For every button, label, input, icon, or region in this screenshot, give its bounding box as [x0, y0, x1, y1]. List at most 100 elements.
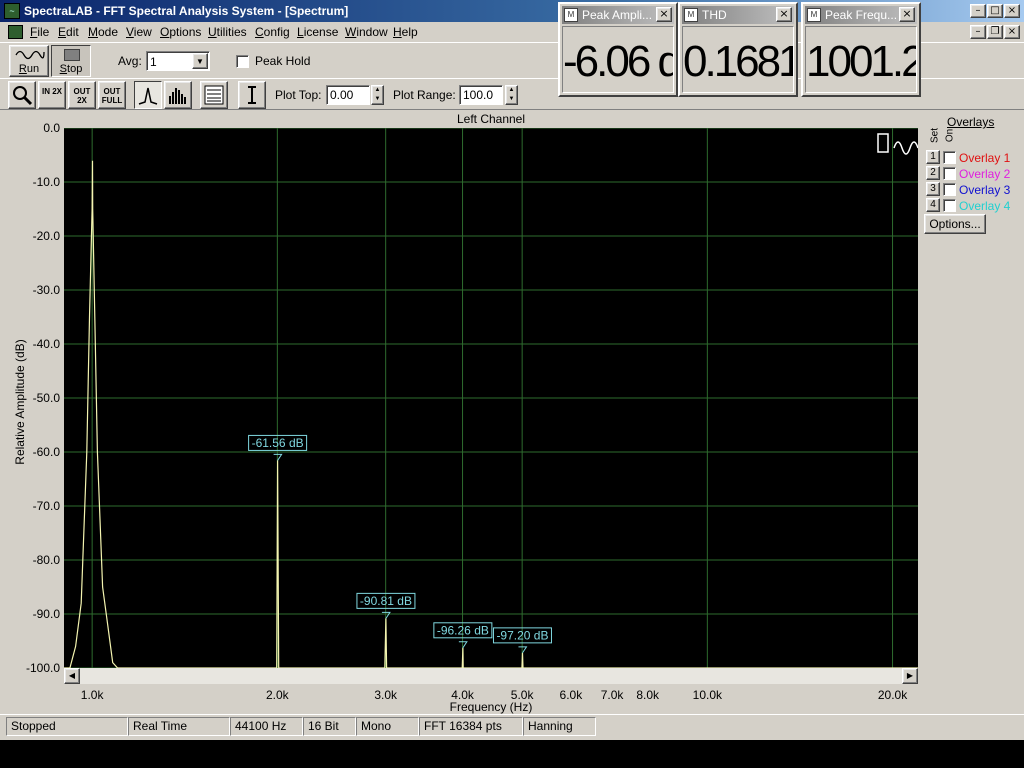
overlay-3-set-button[interactable]: 3	[926, 182, 940, 196]
doc-restore-icon[interactable]: ❐	[987, 25, 1003, 39]
plot-range-value: 100.0	[463, 88, 494, 102]
chevron-down-icon[interactable]: ▼	[192, 53, 208, 69]
spin-down-icon[interactable]: ▼	[372, 95, 383, 104]
overlay-1-label: Overlay 1	[959, 151, 1011, 165]
plot-range-spinner[interactable]: ▲ ▼	[505, 85, 518, 105]
overlay-4-set-button[interactable]: 4	[926, 198, 940, 212]
x-axis-label: Frequency (Hz)	[449, 700, 533, 714]
meter-peak-frequency[interactable]: Peak Frequ... M × 1001.29 Hz	[801, 2, 921, 97]
overlay-options-button[interactable]: Options...	[924, 214, 986, 234]
y-tick-label: -90.0	[32, 607, 60, 621]
close-icon[interactable]: ×	[899, 7, 915, 22]
menu-view[interactable]: View	[126, 25, 152, 39]
menu-help[interactable]: Help	[393, 25, 418, 39]
on-label: On	[944, 128, 956, 143]
status-channels: Mono	[356, 717, 419, 736]
document-icon[interactable]	[8, 25, 23, 39]
scroll-left-icon[interactable]: ◀	[64, 668, 80, 684]
close-icon[interactable]: ×	[656, 7, 672, 22]
spectralab-app-icon[interactable]: ~	[4, 3, 20, 19]
peak-marker-label: -97.20 dB	[496, 628, 548, 642]
close-icon[interactable]: ×	[1004, 4, 1020, 18]
run-label: Run	[18, 63, 40, 75]
overlay-3-checkbox[interactable]	[943, 183, 956, 196]
table-icon	[204, 85, 224, 105]
overlay-4-checkbox[interactable]	[943, 199, 956, 212]
y-tick-label: -40.0	[32, 337, 60, 351]
stop-square-icon	[64, 49, 80, 61]
bar-plot-button[interactable]	[164, 81, 192, 109]
avg-select[interactable]: 1 ▼	[146, 51, 210, 71]
menu-edit[interactable]: Edit	[58, 25, 79, 39]
set-label: Set	[929, 128, 941, 144]
menu-options[interactable]: Options	[160, 25, 201, 39]
plot-range-input[interactable]: 100.0	[459, 85, 503, 105]
peak-hold-checkbox[interactable]	[236, 55, 249, 68]
spin-up-icon[interactable]: ▲	[372, 86, 383, 95]
line-plot-button[interactable]	[134, 81, 162, 109]
menu-file[interactable]: File	[30, 25, 49, 39]
peak-marker-label: -61.56 dB	[252, 436, 304, 450]
doc-minimize-icon[interactable]: –	[970, 25, 986, 39]
peak-marker-label: -90.81 dB	[360, 594, 412, 608]
plot-top-spinner[interactable]: ▲ ▼	[371, 85, 384, 105]
doc-close-icon[interactable]: ×	[1004, 25, 1020, 39]
menu-utilities[interactable]: Utilities	[208, 25, 247, 39]
stop-label: Stop	[59, 63, 83, 75]
y-tick-label: -30.0	[32, 283, 60, 297]
scroll-right-icon[interactable]: ▶	[902, 668, 918, 684]
run-button[interactable]: Run	[9, 45, 49, 77]
text-cursor-icon	[248, 86, 256, 104]
magnifier-icon	[13, 86, 33, 106]
table-view-button[interactable]	[200, 81, 228, 109]
plot-top-input[interactable]: 0.00	[326, 85, 370, 105]
avg-label: Avg:	[118, 54, 142, 68]
status-bit-depth: 16 Bit	[303, 717, 356, 736]
overlay-1-set-button[interactable]: 1	[926, 150, 940, 164]
horizontal-scrollbar[interactable]: ◀ ▶	[64, 668, 918, 684]
y-tick-label: -100.0	[25, 661, 60, 675]
meter-value: -6.06 dB	[562, 26, 674, 93]
close-icon[interactable]: ×	[776, 7, 792, 22]
zoom-in-label: IN 2X	[41, 87, 62, 96]
stop-button[interactable]: Stop	[51, 45, 91, 77]
overlay-2-set-button[interactable]: 2	[926, 166, 940, 180]
meter-peak-amplitude[interactable]: Peak Ampli... M × -6.06 dB	[558, 2, 678, 97]
spectrum-chart[interactable]: -61.56 dB -90.81 dB -96.26 dB -97.20 dB	[64, 128, 918, 668]
y-tick-label: -50.0	[32, 391, 60, 405]
meter-value: 1001.29 Hz	[805, 26, 917, 93]
menu-license[interactable]: License	[297, 25, 338, 39]
overlay-1-checkbox[interactable]	[943, 151, 956, 164]
line-plot-icon	[138, 87, 158, 105]
spin-down-icon[interactable]: ▼	[506, 95, 517, 104]
overlay-2-label: Overlay 2	[959, 167, 1011, 181]
y-tick-label: -80.0	[32, 553, 60, 567]
status-state: Stopped	[6, 717, 128, 736]
overlay-4-label: Overlay 4	[959, 199, 1011, 213]
cursor-button[interactable]	[238, 81, 266, 109]
maximize-icon[interactable]: □	[987, 4, 1003, 18]
status-mode: Real Time	[128, 717, 230, 736]
zoom-out-full-button[interactable]: OUT FULL	[98, 81, 126, 109]
menu-config[interactable]: Config	[255, 25, 290, 39]
minimize-icon[interactable]: –	[970, 4, 986, 18]
chart-title: Left Channel	[456, 112, 526, 126]
meter-value: 0.16811 %	[682, 26, 794, 93]
y-tick-label: -70.0	[32, 499, 60, 513]
window-title: SpectraLAB - FFT Spectral Analysis Syste…	[24, 4, 349, 18]
menu-window[interactable]: Window	[345, 25, 388, 39]
zoom-in-2x-button[interactable]: IN 2X	[38, 81, 66, 109]
bar-plot-icon	[169, 88, 186, 104]
menu-mode[interactable]: Mode	[88, 25, 118, 39]
meter-thd[interactable]: THD M × 0.16811 %	[678, 2, 798, 97]
spin-up-icon[interactable]: ▲	[506, 86, 517, 95]
spectralab-window: ~ SpectraLAB - FFT Spectral Analysis Sys…	[0, 0, 1024, 740]
peak-hold-label: Peak Hold	[255, 54, 311, 68]
zoom-out-label: OUT 2X	[73, 87, 91, 105]
zoom-tool-button[interactable]	[8, 81, 36, 109]
sine-wave-icon	[15, 50, 45, 60]
plot-top-label: Plot Top:	[275, 88, 322, 102]
overlay-2-checkbox[interactable]	[943, 167, 956, 180]
zoom-out-2x-button[interactable]: OUT 2X	[68, 81, 96, 109]
status-window: Hanning	[523, 717, 596, 736]
